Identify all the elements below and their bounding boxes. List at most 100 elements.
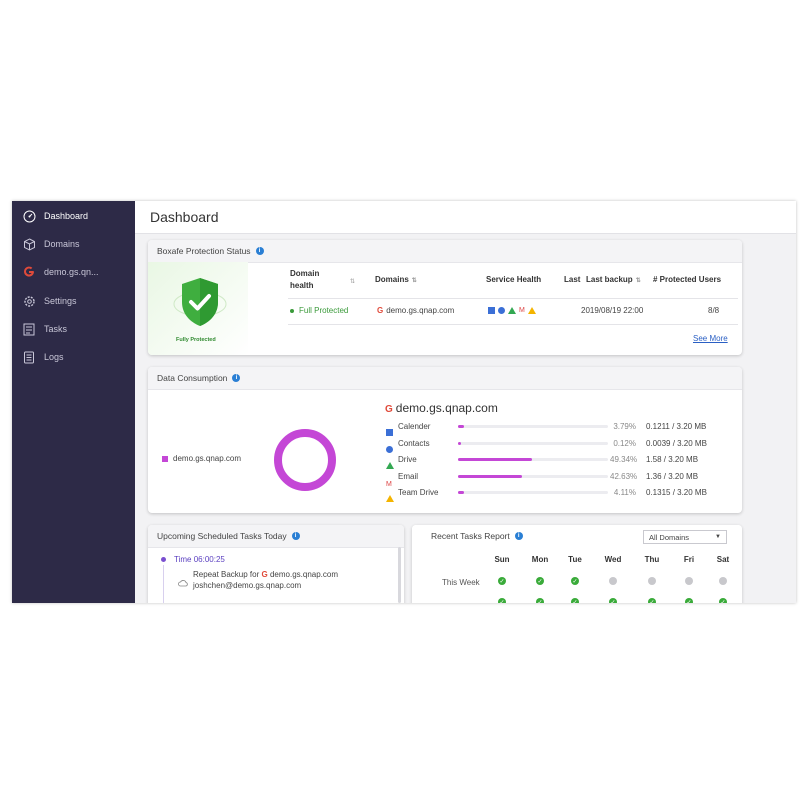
dashboard-icon [22,209,36,223]
card-title: Boxafe Protection Status [157,246,251,256]
task-status-success[interactable]: ✓ [571,577,579,585]
service-usage: 0.1315 / 3.20 MB [646,488,707,497]
usage-bar [458,491,608,494]
timeline-line [163,565,164,603]
task-status-success[interactable]: ✓ [685,598,693,603]
page-title: Dashboard [150,209,219,225]
usage-bar [458,458,608,461]
legend-swatch [162,455,168,462]
task-status-success[interactable]: ✓ [498,577,506,585]
task-status-none[interactable] [719,577,727,585]
divider [288,324,738,325]
google-icon: G [385,404,393,415]
google-icon [22,265,36,279]
task-status-none[interactable] [609,577,617,585]
service-usage: 1.58 / 3.20 MB [646,455,699,464]
card-title: Upcoming Scheduled Tasks Today [157,531,287,541]
sort-icon[interactable]: ⇅ [350,278,355,285]
check-icon: ✓ [537,599,543,604]
service-usage: 1.36 / 3.20 MB [646,471,699,481]
usage-bar [458,474,608,478]
protected-users-cell: 8/8 [708,306,720,315]
sidebar-item-tasks[interactable]: Tasks [12,316,135,342]
col-header-last-backup[interactable]: Last backup ⇅ [586,275,641,284]
service-health-icons: M [488,307,536,314]
usage-bar-fill [458,425,464,428]
sidebar-item-label: Tasks [44,324,68,334]
tasks-icon [22,322,36,336]
see-more-link[interactable]: See More [693,334,728,343]
usage-bar-fill [458,441,461,445]
task-status-success[interactable]: ✓ [609,598,617,603]
sidebar-item-domains[interactable]: Domains [12,231,135,257]
info-icon[interactable]: i [232,374,241,382]
check-icon: ✓ [572,599,578,604]
top-bar: Dashboard [135,201,796,234]
service-name: Drive [398,455,417,464]
info-icon[interactable]: i [514,532,523,540]
task-description[interactable]: Repeat Backup for G demo.gs.qnap.com [193,570,338,579]
col-header-domains[interactable]: Domains ⇅ [375,275,417,284]
sidebar-item-settings[interactable]: Settings [12,288,135,314]
task-status-none[interactable] [648,577,656,585]
last-backup-cell: 2019/08/19 22:00 [581,306,644,315]
card-header: Upcoming Scheduled Tasks Today i [148,525,404,548]
chart-legend: demo.gs.qnap.com [162,454,241,463]
sidebar-item-dashboard[interactable]: Dashboard [12,203,135,229]
sidebar-item-logs[interactable]: Logs [12,344,135,370]
col-header-last[interactable]: Last [564,275,580,284]
task-user: joshchen@demo.gs.qnap.com [193,581,302,590]
sidebar-item-label: Logs [44,352,64,362]
divider [288,298,738,299]
info-icon[interactable]: i [291,532,300,540]
col-header-domain-health[interactable]: Domain health [290,269,319,290]
scheduled-tasks-card: Upcoming Scheduled Tasks Today i Time 06… [148,525,404,603]
check-icon: ✓ [649,599,655,604]
service-percent: 42.63% [610,471,638,481]
drive-icon [508,307,516,314]
task-status-success[interactable]: ✓ [571,598,579,603]
domain-filter-select[interactable]: All Domains ▼ [643,530,727,544]
health-status: Full Protected [290,306,348,315]
check-icon: ✓ [537,578,543,585]
service-percent: 3.79% [613,422,636,431]
sidebar: Dashboard Domains demo.gs.qn... Settings… [12,201,135,603]
card-title: Recent Tasks Report [431,531,510,541]
google-icon: G [377,306,384,315]
gear-icon [22,294,36,308]
col-header-service-health[interactable]: Service Health [486,275,541,284]
scrollbar[interactable] [398,547,401,603]
sidebar-item-label: Domains [44,239,80,249]
check-icon: ✓ [610,599,616,604]
timeline-dot [161,557,166,562]
sidebar-item-domain-demo[interactable]: demo.gs.qn... [12,259,135,285]
info-icon[interactable]: i [255,247,264,255]
task-status-success[interactable]: ✓ [498,598,506,603]
cube-icon [22,237,36,251]
protection-badge: Fully Protected [148,262,248,355]
team-drive-icon [386,489,394,507]
task-status-success[interactable]: ✓ [536,577,544,585]
usage-bar-fill [458,458,532,461]
task-status-none[interactable] [685,577,693,585]
task-status-success[interactable]: ✓ [719,598,727,603]
day-header: Mon [531,555,549,564]
sidebar-item-label: demo.gs.qn... [44,267,99,277]
consumption-domain: Gdemo.gs.qnap.com [385,401,498,415]
card-header: Data Consumption i [148,367,742,390]
task-status-success[interactable]: ✓ [536,598,544,603]
cloud-icon [178,574,188,592]
service-usage: 0.0039 / 3.20 MB [646,438,707,448]
service-name: Email [398,471,419,481]
task-status-success[interactable]: ✓ [648,598,656,603]
service-name: Calender [398,422,431,431]
domain-cell[interactable]: Gdemo.gs.qnap.com [377,306,454,315]
donut-chart [274,429,336,491]
day-header: Sat [716,555,730,564]
data-consumption-card: Data Consumption i demo.gs.qnap.com Gdem… [148,367,742,513]
usage-bar-fill [458,491,465,494]
card-header: Boxafe Protection Status i [148,240,742,263]
team-drive-icon [527,307,536,314]
day-header: Tue [568,555,582,564]
col-header-protected-users[interactable]: # Protected Users [653,275,721,284]
